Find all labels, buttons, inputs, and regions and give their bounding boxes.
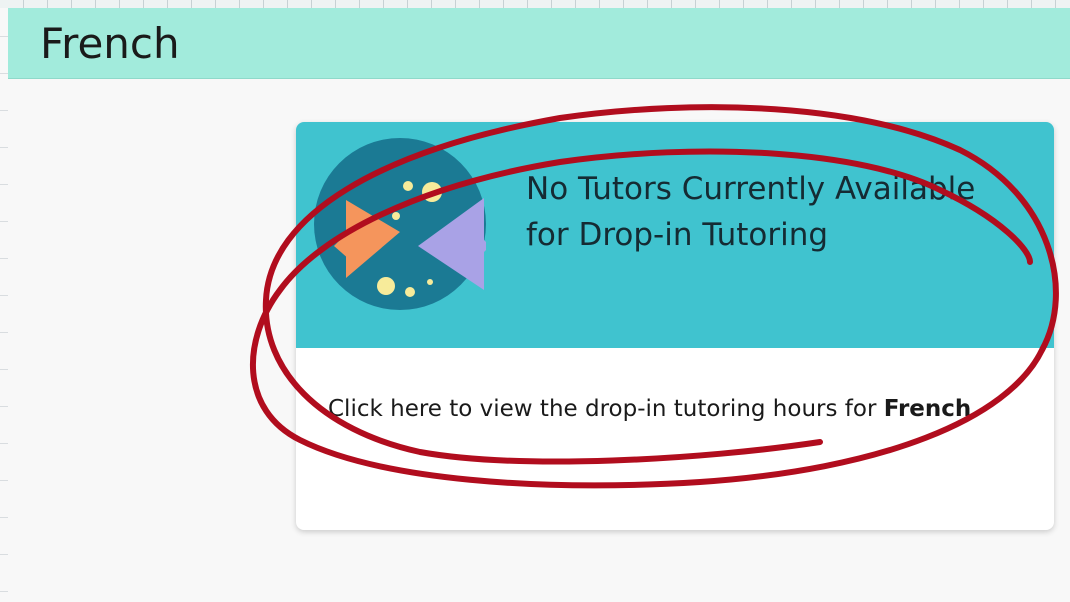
page-header: French [8, 8, 1070, 79]
card-title: No Tutors Currently Available for Drop-i… [526, 171, 976, 253]
fish-logo-icon [314, 138, 486, 310]
notebook-grid [0, 0, 1070, 8]
page-title: French [40, 19, 180, 68]
card-header: No Tutors Currently Available for Drop-i… [296, 122, 1054, 348]
drop-in-tutoring-card[interactable]: No Tutors Currently Available for Drop-i… [296, 122, 1054, 530]
card-link-text[interactable]: Click here to view the drop-in tutoring … [328, 392, 1028, 426]
card-subject: French [883, 396, 972, 422]
card-text-prefix: Click here to view the drop-in tutoring … [328, 396, 884, 422]
